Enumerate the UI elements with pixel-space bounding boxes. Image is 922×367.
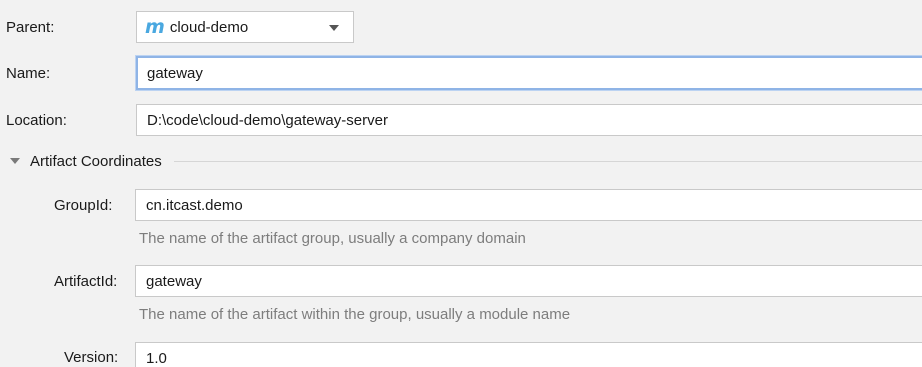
artifact-id-row: ArtifactId: gateway: [0, 263, 922, 299]
name-input-value: gateway: [147, 64, 203, 82]
version-input[interactable]: 1.0: [135, 342, 922, 367]
location-row: Location: D:\code\cloud-demo\gateway-ser…: [0, 102, 922, 138]
new-module-form: Parent: m cloud-demo Name: gateway Locat…: [0, 0, 922, 367]
location-input[interactable]: D:\code\cloud-demo\gateway-server: [136, 104, 922, 136]
version-row: Version: 1.0: [0, 339, 922, 367]
group-id-row: GroupId: cn.itcast.demo: [0, 187, 922, 223]
group-id-hint: The name of the artifact group, usually …: [139, 230, 526, 247]
artifact-coordinates-title: Artifact Coordinates: [30, 152, 162, 170]
group-id-input[interactable]: cn.itcast.demo: [135, 189, 922, 221]
parent-dropdown[interactable]: m cloud-demo: [136, 11, 354, 43]
artifact-coordinates-header[interactable]: Artifact Coordinates: [0, 146, 922, 176]
name-row: Name: gateway: [0, 55, 922, 91]
group-id-input-value: cn.itcast.demo: [146, 196, 243, 214]
name-label: Name:: [6, 64, 51, 82]
expand-triangle-icon[interactable]: [10, 158, 20, 164]
chevron-down-icon[interactable]: [329, 25, 339, 31]
location-input-value: D:\code\cloud-demo\gateway-server: [147, 111, 388, 129]
version-label: Version:: [64, 348, 119, 366]
artifact-id-input-value: gateway: [146, 272, 202, 290]
group-id-label: GroupId:: [54, 196, 113, 214]
artifact-id-label: ArtifactId:: [54, 272, 118, 290]
parent-selected-value: cloud-demo: [169, 18, 249, 36]
parent-label: Parent:: [6, 18, 55, 36]
maven-module-icon: m: [145, 15, 165, 38]
location-label: Location:: [6, 111, 67, 129]
section-divider: [173, 160, 922, 162]
artifact-id-input[interactable]: gateway: [135, 265, 922, 297]
parent-row: Parent: m cloud-demo: [0, 9, 922, 45]
artifact-id-hint: The name of the artifact within the grou…: [139, 306, 571, 323]
version-input-value: 1.0: [146, 349, 167, 367]
name-input[interactable]: gateway: [136, 56, 922, 90]
